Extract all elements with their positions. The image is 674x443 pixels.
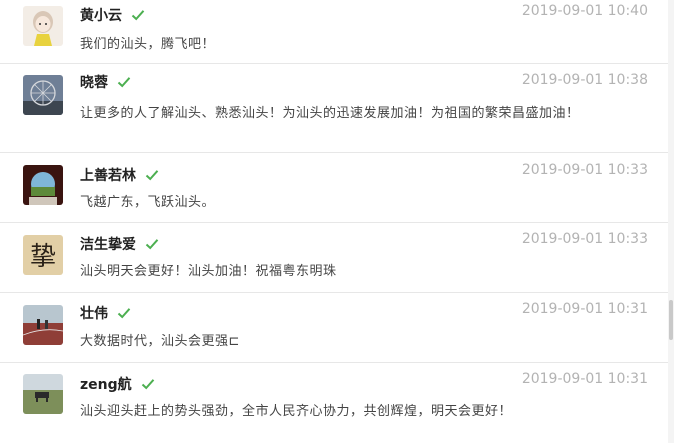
- commenter-name[interactable]: 壮伟: [80, 303, 108, 323]
- name-row: 洁生挚爱: [80, 234, 159, 254]
- divider: [0, 152, 668, 153]
- avatar-character: 挚: [30, 242, 56, 272]
- comment-text: 让更多的人了解汕头、熟悉汕头！为汕头的迅速发展加油！为祖国的繁荣昌盛加油！: [80, 106, 580, 121]
- ferris-wheel-avatar[interactable]: [23, 75, 63, 115]
- commenter-name[interactable]: 晓蓉: [80, 72, 108, 92]
- comment-time: 2019-09-01 10:40: [521, 3, 648, 19]
- commenter-name[interactable]: 洁生挚爱: [80, 234, 136, 254]
- name-row: zeng航: [80, 374, 155, 394]
- check-icon: [117, 76, 131, 88]
- comment-time: 2019-09-01 10:31: [521, 301, 648, 317]
- comment-text: 大数据时代，汕头会更强⊏: [80, 334, 240, 349]
- divider: [0, 222, 668, 223]
- scrollbar[interactable]: [668, 0, 674, 443]
- comment-text: 我们的汕头，腾飞吧！: [80, 37, 216, 52]
- name-row: 上善若林: [80, 165, 159, 185]
- commenter-name[interactable]: 黄小云: [80, 5, 122, 25]
- commenter-name[interactable]: zeng航: [80, 374, 132, 394]
- commenter-name[interactable]: 上善若林: [80, 165, 136, 185]
- comment-time: 2019-09-01 10:31: [521, 371, 648, 387]
- comment-feed: 黄小云 2019-09-01 10:40 我们的汕头，腾飞吧！ 晓蓉 2019-…: [0, 0, 674, 443]
- comment-text: 飞越广东，飞跃汕头。: [80, 195, 216, 210]
- comment-time: 2019-09-01 10:38: [521, 72, 648, 88]
- comment-time: 2019-09-01 10:33: [521, 231, 648, 247]
- check-icon: [131, 9, 145, 21]
- round-window-avatar[interactable]: [23, 165, 63, 205]
- running-track-avatar[interactable]: [23, 305, 63, 345]
- check-icon: [141, 378, 155, 390]
- divider: [0, 292, 668, 293]
- check-icon: [145, 169, 159, 181]
- comment-time: 2019-09-01 10:33: [521, 162, 648, 178]
- check-icon: [117, 307, 131, 319]
- name-row: 壮伟: [80, 303, 131, 323]
- scrollbar-thumb[interactable]: [669, 300, 673, 340]
- name-row: 晓蓉: [80, 72, 131, 92]
- name-row: 黄小云: [80, 5, 145, 25]
- comment-text: 汕头迎头赶上的势头强劲，全市人民齐心协力，共创辉煌，明天会更好！: [80, 404, 513, 419]
- cartoon-girl-avatar[interactable]: [23, 6, 63, 46]
- grassland-avatar[interactable]: [23, 374, 63, 414]
- comment-text: 汕头明天会更好！汕头加油！祝福粤东明珠: [80, 264, 337, 279]
- divider: [0, 362, 668, 363]
- divider: [0, 63, 668, 64]
- calligraphy-avatar[interactable]: 挚: [23, 235, 63, 275]
- check-icon: [145, 238, 159, 250]
